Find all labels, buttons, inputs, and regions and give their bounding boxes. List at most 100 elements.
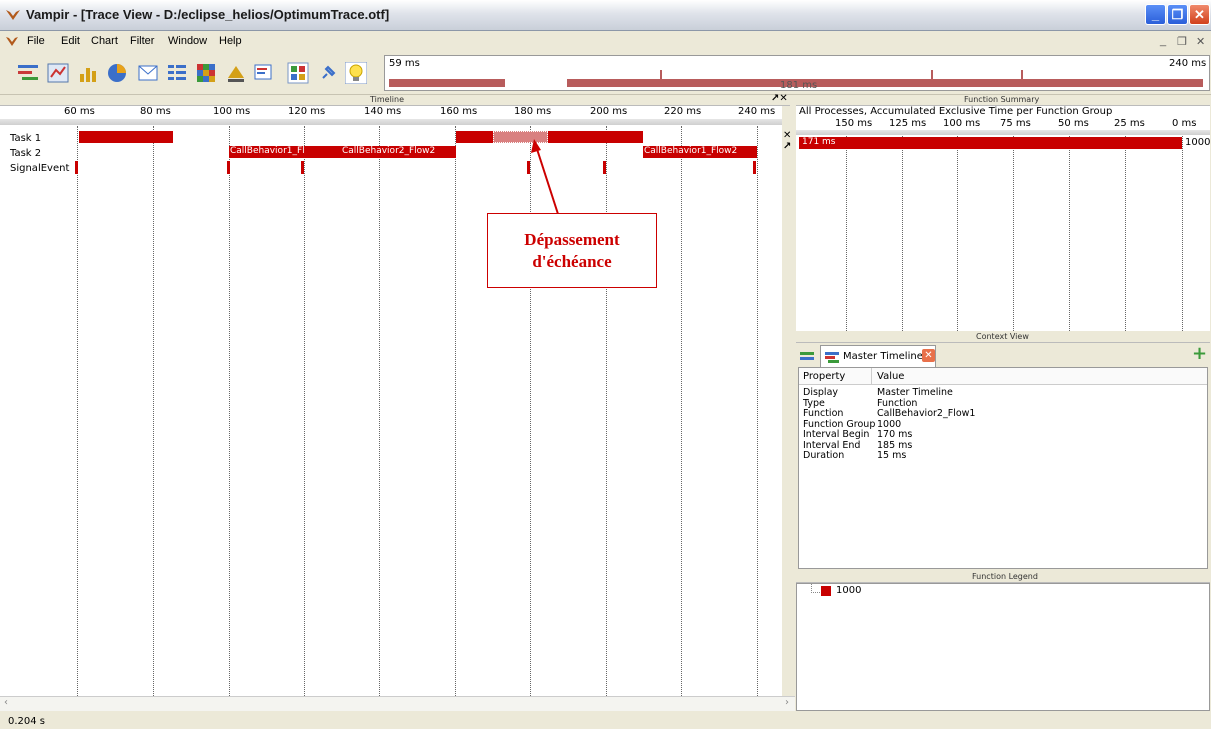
function-summary-tick: 75 ms: [1000, 118, 1031, 129]
timeline-tick: 180 ms: [514, 106, 552, 117]
timeline-horizontal-scrollbar[interactable]: ‹ ›: [0, 696, 795, 711]
io-summary-icon[interactable]: [225, 62, 247, 84]
title-bar: Vampir - [Trace View - D:/eclipse_helios…: [0, 0, 1211, 31]
signal-event-marker[interactable]: [75, 161, 78, 174]
vampir-menu-logo-icon: [6, 37, 18, 46]
overview-bar: [567, 79, 1203, 87]
summary-gridline: [902, 136, 903, 331]
close-button[interactable]: ✕: [1189, 4, 1210, 25]
scroll-right-icon[interactable]: ›: [785, 697, 789, 708]
legend-toggle-icon[interactable]: [287, 62, 309, 84]
context-view-panel: Master Timeline ✕ + Property Value Displ…: [796, 343, 1210, 571]
maximize-button[interactable]: ❐: [1167, 4, 1188, 25]
mdi-minimize-button[interactable]: _: [1160, 35, 1166, 47]
timeline-tick: 240 ms: [738, 106, 776, 117]
task2-function-bar[interactable]: CallBehavior1_Flow2: [643, 146, 757, 158]
timeline-gridline: [681, 126, 682, 696]
timeline-gridline: [229, 126, 230, 696]
function-summary-tick: 50 ms: [1058, 118, 1089, 129]
function-summary-tick: 100 ms: [943, 118, 981, 129]
communication-matrix-icon[interactable]: [195, 62, 217, 84]
function-summary-panel: All Processes, Accumulated Exclusive Tim…: [796, 106, 1210, 331]
call-tree-icon[interactable]: [253, 62, 275, 84]
mdi-restore-button[interactable]: ❐: [1177, 35, 1187, 48]
function-summary-bar[interactable]: 171 ms: [799, 137, 1182, 149]
timeline-gridline: [455, 126, 456, 696]
process-summary-icon[interactable]: [166, 62, 188, 84]
counter-timeline-icon[interactable]: [78, 62, 100, 84]
signal-event-marker[interactable]: [301, 161, 304, 174]
timeline-tick: 140 ms: [364, 106, 402, 117]
menu-file[interactable]: File: [27, 35, 45, 47]
signal-event-marker[interactable]: [603, 161, 606, 174]
function-summary-tick: 150 ms: [835, 118, 873, 129]
summary-gridline: [957, 136, 958, 331]
overview-right-label: 240 ms: [1169, 58, 1207, 69]
row-label-task1: Task 1: [10, 133, 42, 144]
timeline-tick: 80 ms: [140, 106, 171, 117]
process-timeline-icon[interactable]: [47, 62, 69, 84]
function-summary-bar-value: 171 ms: [802, 137, 836, 147]
panel-splitter-icon[interactable]: ✕ ↗: [783, 130, 791, 152]
task1-function-bar[interactable]: [79, 131, 173, 143]
tab-master-timeline[interactable]: Master Timeline ✕: [820, 345, 936, 367]
signal-event-marker[interactable]: [753, 161, 756, 174]
timeline-gridline: [606, 126, 607, 696]
annotation-box: Dépassement d'échéance: [487, 213, 657, 288]
pin-icon[interactable]: [317, 62, 339, 84]
timeline-tick: 100 ms: [213, 106, 251, 117]
timeline-ruler: [0, 119, 782, 125]
timeline-title: Timeline: [370, 95, 405, 104]
function-summary-tick: 25 ms: [1114, 118, 1145, 129]
timeline-tick: 120 ms: [288, 106, 326, 117]
signal-event-marker[interactable]: [227, 161, 230, 174]
function-summary-tick: 125 ms: [889, 118, 927, 129]
property-table: Property Value Display Master Timeline Ty…: [798, 367, 1208, 569]
timeline-gridline: [77, 126, 78, 696]
master-timeline-tab-icon: [825, 352, 839, 363]
task2-function-bar[interactable]: CallBehavior2_Flow2: [304, 146, 456, 158]
row-label-task2: Task 2: [10, 148, 42, 159]
property-row: Duration 15 ms: [803, 450, 907, 461]
menu-chart[interactable]: Chart: [91, 35, 118, 47]
master-timeline-icon[interactable]: [17, 62, 39, 84]
annotation-arrow-icon: [531, 139, 559, 215]
function-legend-header: Function Legend: [796, 572, 1210, 583]
timeline-gridline: [304, 126, 305, 696]
overview-bar: [389, 79, 505, 87]
menu-filter[interactable]: Filter: [130, 35, 154, 47]
menu-bar: File Edit Chart Filter Window Help _ ❐ ✕: [0, 31, 1211, 51]
scroll-left-icon[interactable]: ‹: [4, 697, 8, 708]
task2-function-bar[interactable]: CallBehavior1_Flow2: [229, 146, 304, 158]
summary-gridline: [846, 136, 847, 331]
function-summary-tick: 0 ms: [1172, 118, 1197, 129]
menu-help[interactable]: Help: [219, 35, 242, 47]
tab-close-icon[interactable]: ✕: [922, 349, 935, 362]
function-summary-icon[interactable]: [106, 62, 128, 84]
column-value: Value: [877, 371, 905, 382]
context-menu-icon[interactable]: [800, 350, 814, 362]
tab-label: Master Timeline: [843, 351, 923, 362]
overview-marker: [660, 70, 662, 79]
function-summary-title: Function Summary: [964, 95, 1040, 104]
mdi-close-button[interactable]: ✕: [1196, 35, 1205, 48]
timeline-maximize-icon[interactable]: ↗✕: [771, 93, 788, 104]
row-label-signalevent: SignalEvent: [10, 163, 70, 174]
summary-gridline: [1069, 136, 1070, 331]
trace-overview-strip[interactable]: 59 ms 240 ms 181 ms: [384, 55, 1210, 91]
menu-window[interactable]: Window: [168, 35, 207, 47]
function-summary-subtitle: All Processes, Accumulated Exclusive Tim…: [799, 106, 1113, 117]
function-legend-title: Function Legend: [972, 572, 1038, 581]
annotation-line1: Dépassement: [524, 230, 620, 249]
timeline-gridline: [153, 126, 154, 696]
timeline-header: Timeline ↗✕: [0, 93, 790, 106]
column-property: Property: [803, 371, 846, 382]
overview-marker: [931, 70, 933, 79]
legend-item-label[interactable]: 1000: [836, 585, 861, 596]
tree-connector: [811, 584, 820, 593]
minimize-button[interactable]: _: [1145, 4, 1166, 25]
message-summary-icon[interactable]: [137, 62, 159, 84]
add-tab-icon[interactable]: +: [1192, 343, 1207, 364]
menu-edit[interactable]: Edit: [61, 35, 80, 47]
lightbulb-icon[interactable]: [344, 61, 368, 85]
